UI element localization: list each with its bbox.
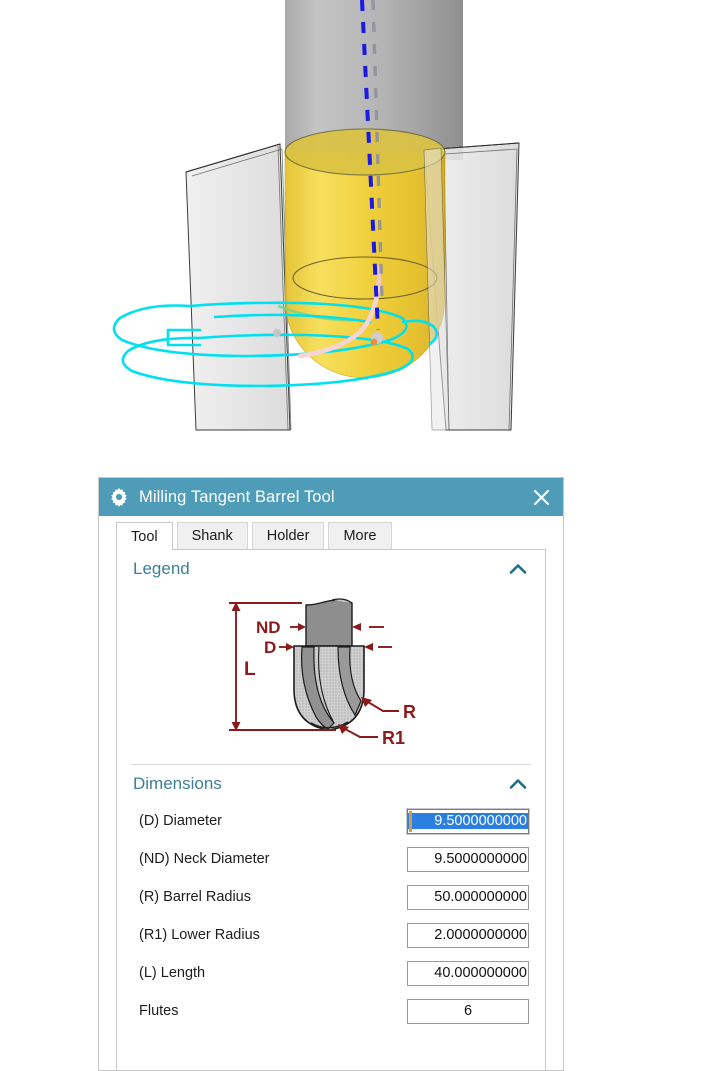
input-lower-radius[interactable]: 2.0000000000 xyxy=(407,922,529,948)
tool-tab-panel: Legend L ND D R R1 Dimensions (D) Diamet… xyxy=(116,549,546,1070)
value-lower-radius: 2.0000000000 xyxy=(434,927,527,943)
svg-text:ND: ND xyxy=(256,618,281,637)
row-lower-radius: (R1) Lower Radius 2.0000000000 xyxy=(117,916,545,954)
viewport-3d[interactable] xyxy=(0,0,725,450)
row-length: (L) Length 40.000000000 xyxy=(117,954,545,992)
row-barrel-radius: (R) Barrel Radius 50.000000000 xyxy=(117,878,545,916)
input-barrel-radius[interactable]: 50.000000000 xyxy=(407,884,529,910)
svg-text:R: R xyxy=(403,702,416,722)
svg-text:R1: R1 xyxy=(382,728,405,748)
tab-strip: Tool Shank Holder More xyxy=(99,516,563,550)
input-length[interactable]: 40.000000000 xyxy=(407,960,529,986)
gear-icon xyxy=(109,487,129,507)
dialog-title: Milling Tangent Barrel Tool xyxy=(139,487,335,506)
value-length: 40.000000000 xyxy=(434,965,527,981)
close-icon[interactable] xyxy=(519,478,563,516)
label-barrel-radius: (R) Barrel Radius xyxy=(139,889,251,905)
value-diameter: 9.5000000000 xyxy=(408,813,528,829)
row-diameter: (D) Diameter 9.5000000000 xyxy=(117,802,545,840)
label-neck-diameter: (ND) Neck Diameter xyxy=(139,851,270,867)
text-caret xyxy=(409,810,412,832)
tab-more[interactable]: More xyxy=(328,522,392,549)
svg-text:L: L xyxy=(244,659,256,680)
legend-section-header: Legend xyxy=(117,550,545,585)
label-length: (L) Length xyxy=(139,965,206,981)
path-node-marker xyxy=(273,329,281,337)
milling-tool-dialog[interactable]: Milling Tangent Barrel Tool Tool Shank H… xyxy=(98,477,564,1071)
input-diameter[interactable]: 9.5000000000 xyxy=(406,807,530,835)
barrel-tool-body xyxy=(284,128,446,379)
tab-tool[interactable]: Tool xyxy=(116,522,173,550)
input-neck-diameter[interactable]: 9.5000000000 xyxy=(407,846,529,872)
label-flutes: Flutes xyxy=(139,1003,179,1019)
label-diameter: (D) Diameter xyxy=(139,813,222,829)
workpiece-wall-left xyxy=(185,143,292,431)
dimensions-section-title: Dimensions xyxy=(133,774,222,793)
label-lower-radius: (R1) Lower Radius xyxy=(139,927,260,943)
chevron-up-icon-legend[interactable] xyxy=(507,561,529,577)
input-flutes[interactable]: 6 xyxy=(407,998,529,1024)
dimensions-field-list: (D) Diameter 9.5000000000 (ND) Neck Diam… xyxy=(117,800,545,1030)
tab-shank[interactable]: Shank xyxy=(176,522,248,549)
legend-section-title: Legend xyxy=(133,559,190,578)
value-neck-diameter: 9.5000000000 xyxy=(434,851,527,867)
barrel-tool-legend-diagram: L ND D R R1 xyxy=(117,585,545,764)
value-barrel-radius: 50.000000000 xyxy=(434,889,527,905)
dialog-title-bar: Milling Tangent Barrel Tool xyxy=(99,478,563,516)
tab-holder[interactable]: Holder xyxy=(251,522,325,549)
value-flutes: 6 xyxy=(463,1003,473,1019)
dimensions-section-header: Dimensions xyxy=(117,765,545,800)
svg-text:D: D xyxy=(264,638,276,657)
row-neck-diameter: (ND) Neck Diameter 9.5000000000 xyxy=(117,840,545,878)
contact-point-orange xyxy=(370,338,378,346)
chevron-up-icon-dimensions[interactable] xyxy=(507,776,529,792)
row-flutes: Flutes 6 xyxy=(117,992,545,1030)
